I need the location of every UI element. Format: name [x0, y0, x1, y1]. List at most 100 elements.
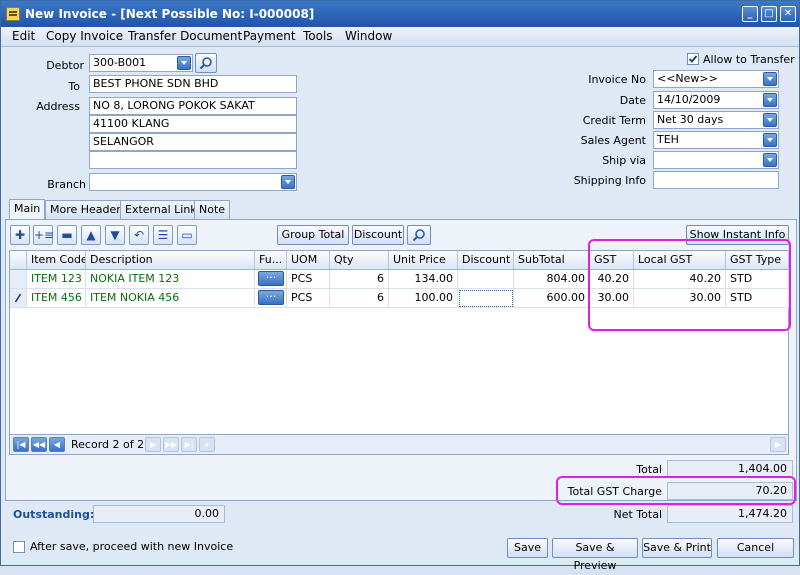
menu-payment[interactable]: Payment — [243, 29, 296, 43]
prev-page-icon[interactable]: ◀◀ — [31, 437, 47, 452]
cell-uom[interactable]: PCS — [287, 289, 330, 308]
sales-agent-label: Sales Agent — [580, 134, 646, 147]
add-row-icon[interactable]: ✚ — [10, 225, 30, 245]
detail-icon[interactable]: ▭ — [177, 225, 197, 245]
to-field[interactable]: BEST PHONE SDN BHD — [89, 75, 297, 93]
menu-window[interactable]: Window — [345, 29, 392, 43]
cell-description[interactable]: ITEM NOKIA 456 — [86, 289, 255, 308]
chevron-down-icon[interactable] — [763, 113, 777, 127]
col-subtotal[interactable]: SubTotal — [514, 251, 590, 270]
save-print-button[interactable]: Save & Print — [642, 538, 712, 558]
menu-transfer-document[interactable]: Transfer Document — [128, 29, 242, 43]
allow-transfer-checkbox[interactable] — [687, 53, 699, 65]
address-line-4[interactable] — [89, 151, 297, 169]
menu-edit[interactable]: Edit — [12, 29, 35, 43]
ship-via-label: Ship via — [602, 154, 646, 167]
address-label: Address — [36, 100, 80, 113]
undo-icon[interactable]: ↶ — [129, 225, 149, 245]
cell-item-code[interactable]: ITEM 123 — [27, 270, 86, 289]
cell-qty[interactable]: 6 — [330, 270, 389, 289]
save-preview-button[interactable]: Save & Preview — [552, 538, 638, 572]
record-text: Record 2 of 2 — [71, 438, 145, 451]
cell-description[interactable]: NOKIA ITEM 123 — [86, 270, 255, 289]
credit-term-label: Credit Term — [582, 114, 646, 127]
shipping-info-field[interactable] — [653, 171, 779, 189]
to-label: To — [68, 80, 80, 93]
address-line-1[interactable]: NO 8, LORONG POKOK SAKAT — [89, 97, 297, 115]
maximize-icon[interactable]: □ — [761, 6, 777, 22]
row-detail-button[interactable]: ··· — [258, 290, 284, 305]
cell-subtotal: 804.00 — [514, 270, 590, 289]
col-unit-price[interactable]: Unit Price — [389, 251, 458, 270]
toolbar-search-button[interactable] — [407, 225, 431, 245]
col-qty[interactable]: Qty — [330, 251, 389, 270]
cell-unit-price[interactable]: 100.00 — [389, 289, 458, 308]
close-icon[interactable]: ✕ — [780, 6, 796, 22]
next-page-icon[interactable]: ▶▶ — [163, 437, 179, 452]
col-discount[interactable]: Discount — [458, 251, 514, 270]
tab-more-header[interactable]: More Header — [45, 200, 126, 219]
group-total-button[interactable]: Group Total — [277, 225, 349, 245]
invoice-window: New Invoice - [Next Possible No: I-00000… — [0, 0, 800, 572]
cell-uom[interactable]: PCS — [287, 270, 330, 289]
save-button[interactable]: Save — [507, 538, 548, 558]
menu-copy-invoice[interactable]: Copy Invoice — [46, 29, 123, 43]
row-indicator[interactable] — [10, 289, 27, 308]
debtor-search-button[interactable] — [195, 53, 217, 73]
chevron-down-icon[interactable] — [763, 153, 777, 167]
chevron-down-icon[interactable] — [763, 93, 777, 107]
chevron-down-icon[interactable] — [177, 56, 191, 70]
branch-label: Branch — [47, 178, 86, 191]
proceed-new-invoice-label: After save, proceed with new Invoice — [30, 540, 234, 553]
cell-unit-price[interactable]: 134.00 — [389, 270, 458, 289]
date-field[interactable]: 14/10/2009 — [653, 91, 779, 109]
next-record-icon[interactable]: ▶ — [145, 437, 161, 452]
menu-tools[interactable]: Tools — [303, 29, 333, 43]
discount-button[interactable]: Discount — [352, 225, 404, 245]
col-fu[interactable]: Fu... — [255, 251, 287, 270]
cancel-button[interactable]: Cancel — [717, 538, 794, 558]
chevron-down-icon[interactable] — [763, 72, 777, 86]
row-detail-button[interactable]: ··· — [258, 271, 284, 286]
add-record-icon[interactable]: + — [199, 437, 215, 452]
credit-term-select[interactable]: Net 30 days — [653, 111, 779, 129]
address-line-2[interactable]: 41100 KLANG — [89, 115, 297, 133]
move-up-icon[interactable]: ▲ — [81, 225, 101, 245]
title-bar: New Invoice - [Next Possible No: I-00000… — [1, 1, 799, 27]
insert-row-icon[interactable]: +≡ — [33, 225, 54, 245]
shipping-info-label: Shipping Info — [573, 174, 646, 187]
invoice-no-label: Invoice No — [588, 73, 646, 86]
cell-fu: ··· — [255, 270, 287, 289]
delete-row-icon[interactable]: ▬ — [57, 225, 77, 245]
col-item-code[interactable]: Item Code — [27, 251, 86, 270]
move-down-icon[interactable]: ▼ — [105, 225, 125, 245]
tab-main[interactable]: Main — [9, 199, 46, 219]
allow-transfer-label: Allow to Transfer — [703, 53, 795, 66]
minimize-icon[interactable]: _ — [742, 6, 758, 22]
col-uom[interactable]: UOM — [287, 251, 330, 270]
chevron-down-icon[interactable] — [281, 175, 295, 189]
first-record-icon[interactable]: |◀ — [13, 437, 29, 452]
chevron-down-icon[interactable] — [763, 133, 777, 147]
scroll-right-icon[interactable]: ▶ — [770, 437, 786, 452]
outstanding-label: Outstanding: — [13, 508, 95, 521]
cell-fu: ··· — [255, 289, 287, 308]
app-icon — [6, 7, 20, 21]
branch-select[interactable] — [89, 173, 297, 191]
col-description[interactable]: Description — [86, 251, 255, 270]
row-indicator[interactable] — [10, 270, 27, 289]
proceed-new-invoice-checkbox[interactable] — [13, 541, 25, 553]
cell-item-code[interactable]: ITEM 456 — [27, 289, 86, 308]
cell-qty[interactable]: 6 — [330, 289, 389, 308]
address-line-3[interactable]: SELANGOR — [89, 133, 297, 151]
sales-agent-select[interactable]: TEH — [653, 131, 779, 149]
tab-external-link[interactable]: External Link — [120, 200, 202, 219]
tab-note[interactable]: Note — [194, 200, 231, 219]
prev-record-icon[interactable]: ◀ — [49, 437, 65, 452]
list-icon[interactable]: ☰ — [153, 225, 173, 245]
invoice-no-select[interactable]: <<New>> — [653, 70, 779, 88]
last-record-icon[interactable]: ▶| — [181, 437, 197, 452]
ship-via-select[interactable] — [653, 151, 779, 169]
cell-discount[interactable] — [458, 289, 514, 308]
cell-discount[interactable] — [458, 270, 514, 289]
